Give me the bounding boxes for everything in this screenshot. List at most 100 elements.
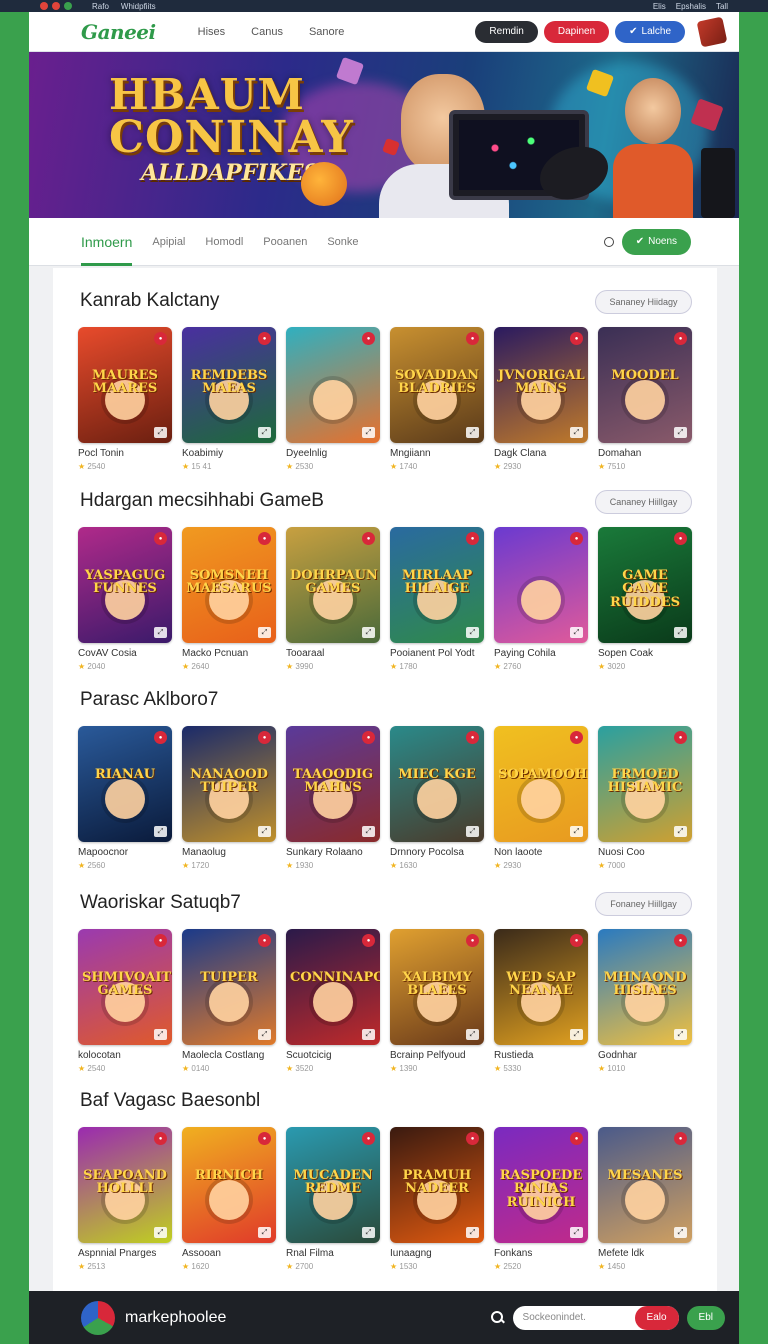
expand-icon[interactable]: ⤢ — [362, 826, 375, 837]
game-name[interactable]: Non laoote — [494, 847, 588, 858]
game-card[interactable]: SOPAMOOHEL ● ⤢ Non laoote ★ 2930 — [494, 726, 588, 870]
game-name[interactable]: Tooaraal — [286, 648, 380, 659]
expand-icon[interactable]: ⤢ — [154, 627, 167, 638]
game-card[interactable]: SHMIVOAIT GAMES ● ⤢ kolocotan ★ 2540 — [78, 929, 172, 1073]
game-thumbnail[interactable]: MESANES ● ⤢ — [598, 1127, 692, 1243]
toggle-circle-icon[interactable] — [603, 236, 614, 247]
game-thumbnail[interactable]: SEAPOAND HOLLLI ● ⤢ — [78, 1127, 172, 1243]
footer-brand[interactable]: markephoolee — [125, 1309, 226, 1327]
game-thumbnail[interactable]: TUIPER ● ⤢ — [182, 929, 276, 1045]
game-name[interactable]: Maolecla Costlang — [182, 1050, 276, 1061]
expand-icon[interactable]: ⤢ — [258, 1029, 271, 1040]
game-thumbnail[interactable]: XALBIMY BLAEES ● ⤢ — [390, 929, 484, 1045]
game-thumbnail[interactable]: MIRLAAP HILAIGE ● ⤢ — [390, 527, 484, 643]
tab[interactable]: Pooanen — [263, 218, 307, 266]
game-name[interactable]: Bcrainp Pelfyoud — [390, 1050, 484, 1061]
game-card[interactable]: YASPAGUG FUNNES ● ⤢ CovAV Cosia ★ 2040 — [78, 527, 172, 671]
game-name[interactable]: Sopen Coak — [598, 648, 692, 659]
expand-icon[interactable]: ⤢ — [466, 627, 479, 638]
site-logo[interactable]: Ganeei — [81, 20, 156, 44]
expand-icon[interactable]: ⤢ — [466, 427, 479, 438]
game-name[interactable]: CovAV Cosia — [78, 648, 172, 659]
game-name[interactable]: Dagk Clana — [494, 448, 588, 459]
game-thumbnail[interactable]: RIANAU ● ⤢ — [78, 726, 172, 842]
game-name[interactable]: kolocotan — [78, 1050, 172, 1061]
game-card[interactable]: JVNORIGAL MAINS ● ⤢ Dagk Clana ★ 2930 — [494, 327, 588, 471]
expand-icon[interactable]: ⤢ — [674, 1029, 687, 1040]
game-card[interactable]: MIRLAAP HILAIGE ● ⤢ Pooianent Pol Yodt ★ 178… — [390, 527, 484, 671]
tab[interactable]: Homodl — [205, 218, 243, 266]
brand-logo-icon[interactable] — [81, 1300, 115, 1335]
expand-icon[interactable]: ⤢ — [674, 427, 687, 438]
game-thumbnail[interactable]: GAME GAME RUIDDES ● ⤢ — [598, 527, 692, 643]
game-name[interactable]: Scuotcicig — [286, 1050, 380, 1061]
game-card[interactable]: WED SAP NEANAE ● ⤢ Rustieda ★ 5330 — [494, 929, 588, 1073]
game-name[interactable]: Sunkary Rolaano — [286, 847, 380, 858]
expand-icon[interactable]: ⤢ — [466, 1029, 479, 1040]
tab[interactable]: Sonke — [327, 218, 358, 266]
expand-icon[interactable]: ⤢ — [570, 427, 583, 438]
topbar-right-item[interactable]: Epshalis — [676, 2, 706, 11]
nav-button-dark[interactable]: Remdin — [475, 20, 538, 43]
game-thumbnail[interactable]: ● ⤢ — [286, 327, 380, 443]
game-name[interactable]: Godnhar — [598, 1050, 692, 1061]
game-thumbnail[interactable]: PRAMUH NADEER ● ⤢ — [390, 1127, 484, 1243]
game-thumbnail[interactable]: RASPOEDE RINIAS RUINICH ● ⤢ — [494, 1127, 588, 1243]
expand-icon[interactable]: ⤢ — [570, 826, 583, 837]
game-name[interactable]: Mefete ldk — [598, 1248, 692, 1259]
cube-icon[interactable] — [696, 16, 728, 47]
expand-icon[interactable]: ⤢ — [466, 1227, 479, 1238]
window-controls[interactable] — [40, 2, 72, 10]
game-card[interactable]: RIRNICH ● ⤢ Assooan ★ 1620 — [182, 1127, 276, 1271]
game-name[interactable]: Paying Cohila — [494, 648, 588, 659]
close-dot-icon[interactable] — [40, 2, 48, 10]
game-name[interactable]: Rustieda — [494, 1050, 588, 1061]
game-name[interactable]: Koabimiy — [182, 448, 276, 459]
nav-link[interactable]: Hises — [198, 26, 226, 38]
game-thumbnail[interactable]: TAAOODIG MAHUS ● ⤢ — [286, 726, 380, 842]
game-thumbnail[interactable]: SOMSNEH MAESARUS ● ⤢ — [182, 527, 276, 643]
game-card[interactable]: REMDEBS MAEAS ● ⤢ Koabimiy ★ 15 41 — [182, 327, 276, 471]
expand-icon[interactable]: ⤢ — [674, 1227, 687, 1238]
footer-action-button[interactable]: Ebl — [686, 1305, 725, 1330]
tab-active[interactable]: Inmoern — [81, 218, 133, 266]
expand-icon[interactable]: ⤢ — [154, 1029, 167, 1040]
nav-button-blue[interactable]: ✔ Lalche — [615, 20, 685, 43]
nav-button-red[interactable]: Dapinen — [543, 20, 610, 43]
expand-icon[interactable]: ⤢ — [466, 826, 479, 837]
game-card[interactable]: MIEC KGE ● ⤢ Drnnory Pocolsa ★ 1630 — [390, 726, 484, 870]
game-card[interactable]: ● ⤢ Dyeelnlig ★ 2530 — [286, 327, 380, 471]
expand-icon[interactable]: ⤢ — [258, 1227, 271, 1238]
expand-icon[interactable]: ⤢ — [258, 427, 271, 438]
game-name[interactable]: Aspnnial Pnarges — [78, 1248, 172, 1259]
game-card[interactable]: XALBIMY BLAEES ● ⤢ Bcrainp Pelfyoud ★ 1390 — [390, 929, 484, 1073]
expand-icon[interactable]: ⤢ — [674, 627, 687, 638]
expand-icon[interactable]: ⤢ — [258, 826, 271, 837]
minimize-dot-icon[interactable] — [52, 2, 60, 10]
topbar-right-item[interactable]: Tall — [716, 2, 728, 11]
game-thumbnail[interactable]: NANAOOD TUIPER ● ⤢ — [182, 726, 276, 842]
game-card[interactable]: MAURES MAARES ● ⤢ Pocl Tonin ★ 2540 — [78, 327, 172, 471]
game-name[interactable]: Domahan — [598, 448, 692, 459]
topbar-right-item[interactable]: Elis — [653, 2, 666, 11]
game-name[interactable]: Macko Pcnuan — [182, 648, 276, 659]
game-card[interactable]: MUCADEN REDME ● ⤢ Rnal Filma ★ 2700 — [286, 1127, 380, 1271]
game-name[interactable]: Iunaagng — [390, 1248, 484, 1259]
game-thumbnail[interactable]: FRMOED HISIAMIC ● ⤢ — [598, 726, 692, 842]
game-thumbnail[interactable]: SHMIVOAIT GAMES ● ⤢ — [78, 929, 172, 1045]
section-more-button[interactable]: Sananey Hiidagy — [595, 290, 692, 314]
game-name[interactable]: Pooianent Pol Yodt — [390, 648, 484, 659]
game-name[interactable]: Mngiiann — [390, 448, 484, 459]
game-thumbnail[interactable]: WED SAP NEANAE ● ⤢ — [494, 929, 588, 1045]
section-more-button[interactable]: Cananey Hiillgay — [595, 490, 692, 514]
expand-icon[interactable]: ⤢ — [258, 627, 271, 638]
game-card[interactable]: CONNINAPODE ● ⤢ Scuotcicig ★ 3520 — [286, 929, 380, 1073]
game-thumbnail[interactable]: SOPAMOOHEL ● ⤢ — [494, 726, 588, 842]
section-more-button[interactable]: Fonaney Hiillgay — [595, 892, 692, 916]
nav-link[interactable]: Sanore — [309, 26, 344, 38]
maximize-dot-icon[interactable] — [64, 2, 72, 10]
nav-link[interactable]: Canus — [251, 26, 283, 38]
game-thumbnail[interactable]: DOHRPAUN GAMES ● ⤢ — [286, 527, 380, 643]
game-card[interactable]: MOODEL ● ⤢ Domahan ★ 7510 — [598, 327, 692, 471]
expand-icon[interactable]: ⤢ — [362, 627, 375, 638]
